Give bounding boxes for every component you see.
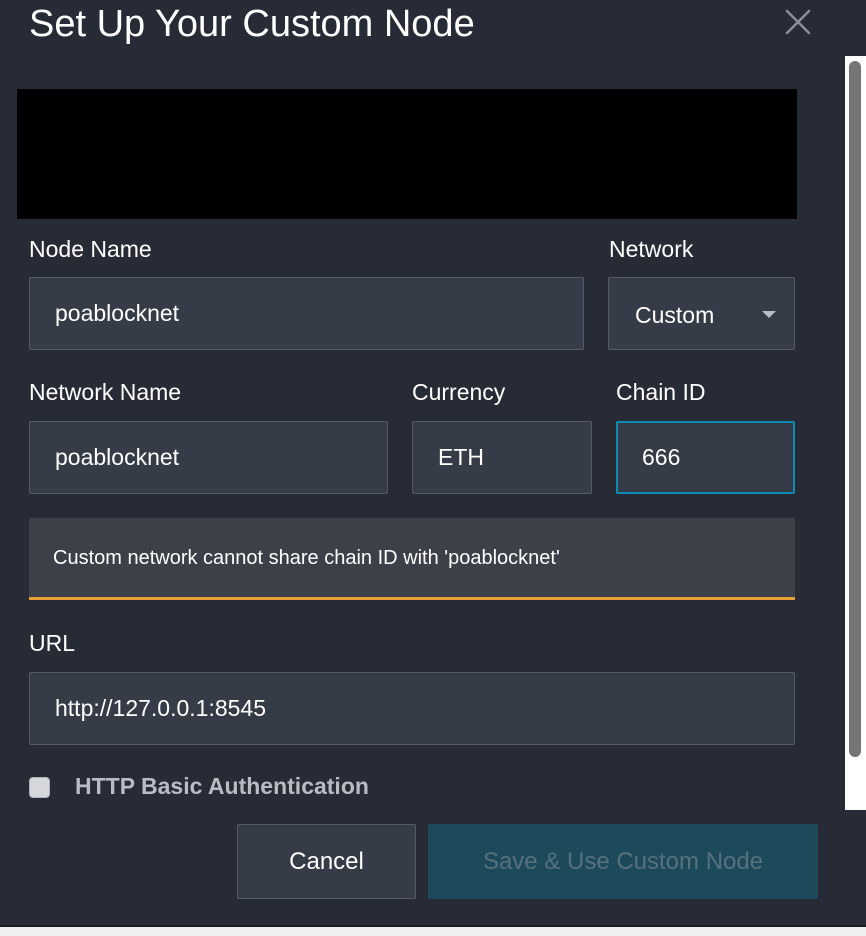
network-name-label: Network Name <box>29 379 182 405</box>
dialog-title: Set Up Your Custom Node <box>29 3 475 45</box>
chevron-down-icon <box>762 311 776 318</box>
custom-node-dialog: Set Up Your Custom Node Node Name Networ… <box>0 0 866 925</box>
scrollbar-thumb[interactable] <box>849 61 861 757</box>
node-name-input[interactable] <box>29 277 584 350</box>
close-icon[interactable] <box>780 4 816 40</box>
cancel-button[interactable]: Cancel <box>237 824 416 899</box>
network-name-input[interactable] <box>29 421 388 494</box>
network-select-value: Custom <box>635 302 715 328</box>
save-custom-node-button[interactable]: Save & Use Custom Node <box>428 824 818 899</box>
network-label: Network <box>609 236 694 262</box>
bottom-edge <box>0 925 866 936</box>
url-label: URL <box>29 630 76 656</box>
currency-input[interactable] <box>412 421 592 494</box>
network-select[interactable]: Custom <box>608 277 795 350</box>
chain-id-label: Chain ID <box>616 379 706 405</box>
node-name-label: Node Name <box>29 236 152 262</box>
chain-id-input[interactable] <box>616 421 795 494</box>
redacted-banner <box>17 89 797 219</box>
chain-id-warning: Custom network cannot share chain ID wit… <box>29 518 795 600</box>
basic-auth-checkbox[interactable] <box>29 777 50 798</box>
warning-text: Custom network cannot share chain ID wit… <box>53 547 560 569</box>
url-input[interactable] <box>29 672 795 745</box>
basic-auth-label[interactable]: HTTP Basic Authentication <box>75 773 369 799</box>
currency-label: Currency <box>412 379 506 405</box>
